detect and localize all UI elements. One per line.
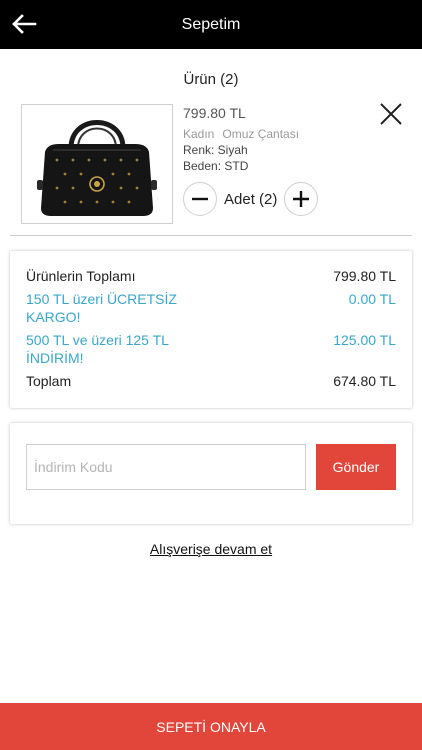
decrease-quantity-button[interactable] [183, 182, 217, 216]
order-summary-card: Ürünlerin Toplamı 799.80 TL 150 TL üzeri… [10, 251, 412, 408]
category-type: Omuz Çantası [222, 127, 300, 141]
cart-screen: Sepetim Ürün (2) 799.80 TL Kadın Omuz Ça… [0, 0, 422, 750]
subtotal-row: Ürünlerin Toplamı 799.80 TL [26, 267, 396, 285]
product-price: 799.80 TL [183, 105, 246, 121]
product-image[interactable] [21, 104, 173, 224]
arrow-left-icon [12, 14, 37, 34]
total-label: Toplam [26, 373, 72, 389]
continue-shopping-link[interactable]: Alışverişe devam et [0, 541, 422, 557]
submit-code-button[interactable]: Gönder [316, 444, 396, 490]
divider [10, 235, 412, 236]
increase-quantity-button[interactable] [284, 182, 319, 216]
product-color: Renk: Siyah [183, 143, 248, 157]
quantity-label: Adet (2) [224, 190, 278, 208]
total-row: Toplam 674.80 TL [26, 372, 396, 390]
close-icon [380, 103, 402, 125]
discount-promo-row: 500 TL ve üzeri 125 TL İNDİRİM! 125.00 T… [26, 331, 396, 367]
cart-count-title: Ürün (2) [183, 71, 239, 88]
shipping-promo-row: 150 TL üzeri ÜCRETSİZ KARGO! 0.00 TL [26, 290, 396, 326]
shipping-promo-label: 150 TL üzeri ÜCRETSİZ KARGO! [26, 291, 177, 325]
page-title: Sepetim [181, 15, 241, 33]
product-category: Kadın Omuz Çantası [183, 126, 373, 142]
product-details: 799.80 TL Kadın Omuz Çantası Renk: Siyah … [183, 104, 373, 174]
back-button[interactable] [8, 8, 40, 40]
total-value: 674.80 TL [333, 373, 396, 389]
remove-item-button[interactable] [378, 101, 404, 127]
product-size: Beden: STD [183, 159, 249, 173]
discount-promo-label: 500 TL ve üzeri 125 TL İNDİRİM! [26, 332, 169, 366]
confirm-cart-button[interactable]: SEPETİ ONAYLA [0, 703, 422, 750]
plus-icon [293, 191, 310, 207]
category-gender: Kadın [183, 127, 215, 141]
subtotal-label: Ürünlerin Toplamı [26, 268, 136, 284]
discount-code-input[interactable] [26, 444, 306, 490]
handbag-image [37, 120, 157, 216]
shipping-promo-value: 0.00 TL [348, 291, 396, 307]
discount-promo-value: 125.00 TL [333, 332, 396, 348]
top-bar: Sepetim [0, 0, 422, 49]
minus-icon [192, 197, 208, 201]
coupon-card: Gönder [10, 423, 412, 524]
quantity-stepper: Adet (2) [183, 182, 319, 216]
subtotal-value: 799.80 TL [333, 268, 396, 284]
